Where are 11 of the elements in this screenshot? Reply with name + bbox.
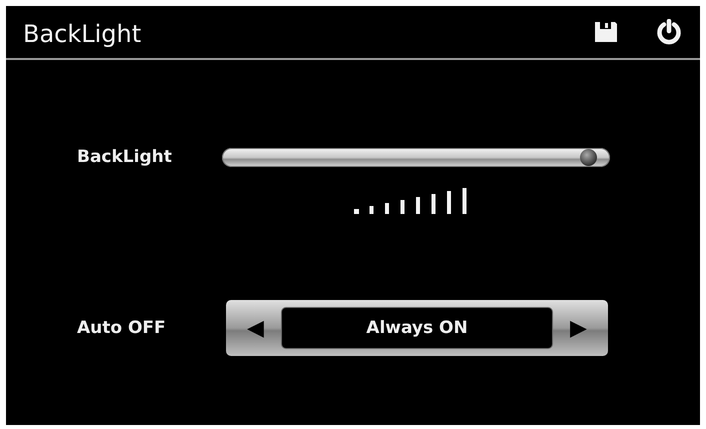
screen-title: BackLight (23, 20, 142, 48)
setting-label: BackLight (77, 147, 173, 167)
brightness-scale-icon (354, 187, 467, 214)
save-icon[interactable] (594, 21, 618, 43)
setting-label: Auto OFF (77, 318, 167, 338)
previous-button[interactable]: ◀ (230, 306, 281, 350)
slider-track[interactable] (222, 148, 610, 166)
power-icon[interactable] (656, 19, 682, 45)
slider-thumb[interactable] (580, 148, 597, 166)
selected-value: Always ON (281, 307, 553, 349)
next-button[interactable]: ▶ (553, 306, 604, 350)
